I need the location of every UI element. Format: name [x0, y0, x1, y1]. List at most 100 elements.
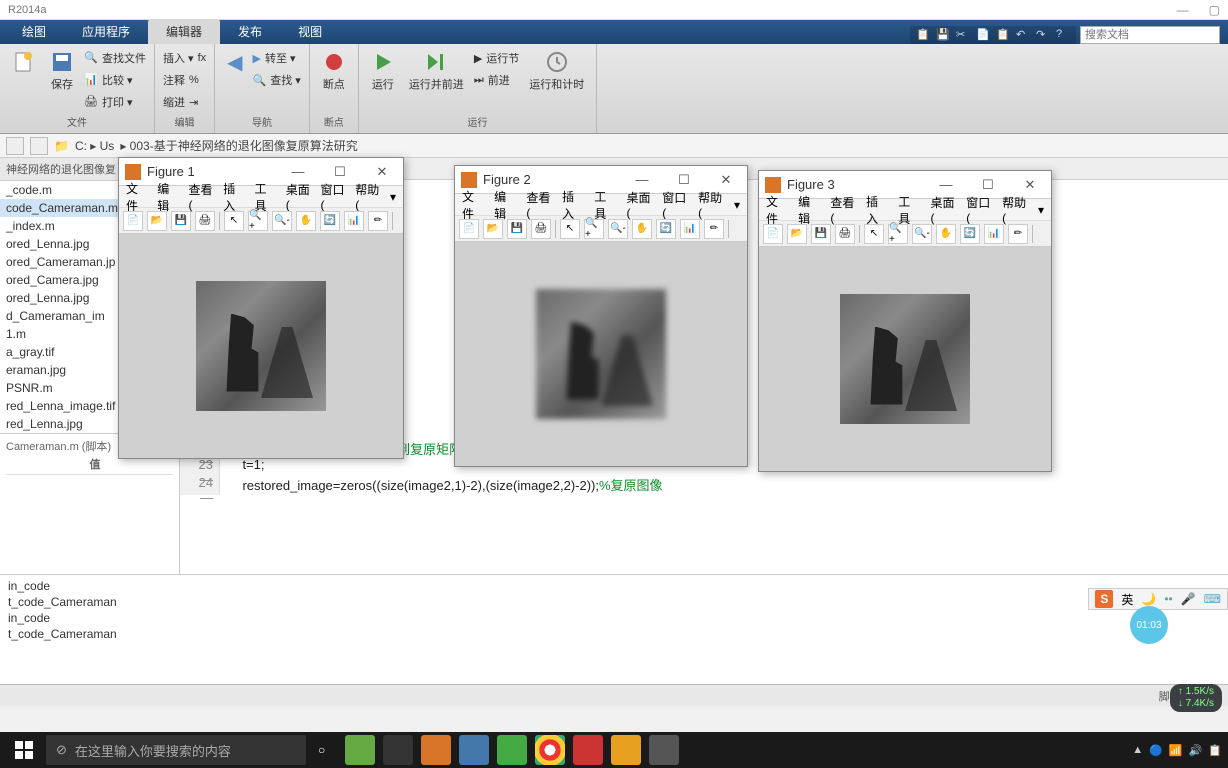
- app-icon[interactable]: [345, 735, 375, 765]
- save-button[interactable]: 保存: [46, 48, 78, 114]
- figure-toolbar-button[interactable]: 💾: [507, 219, 527, 239]
- qat-icon[interactable]: 📋: [916, 28, 930, 42]
- figure-menu-item[interactable]: 帮助(: [695, 189, 727, 220]
- figure-toolbar-button[interactable]: 🖨: [835, 224, 855, 244]
- comment-button[interactable]: 注释 %: [163, 70, 206, 90]
- path-segment[interactable]: C: ▸ Us: [75, 139, 114, 153]
- command-window[interactable]: in_codet_code_Cameramanin_codet_code_Cam…: [0, 574, 1228, 684]
- tab-publish[interactable]: 发布: [220, 19, 280, 44]
- figure-toolbar-button[interactable]: 💾: [811, 224, 831, 244]
- close-button[interactable]: ✕: [367, 164, 397, 180]
- figure-toolbar-button[interactable]: 🔍-: [912, 224, 932, 244]
- taskbar-search[interactable]: ⊘ 在这里输入你要搜索的内容: [46, 735, 306, 765]
- app-icon[interactable]: [649, 735, 679, 765]
- figure-toolbar-button[interactable]: ✏: [368, 211, 388, 231]
- run-advance-button[interactable]: 运行并前进: [405, 48, 468, 114]
- timer-badge[interactable]: 01:03: [1130, 606, 1168, 644]
- app-icon[interactable]: [573, 735, 603, 765]
- figure-menu-item[interactable]: 查看(: [827, 194, 859, 225]
- tray-icon[interactable]: 📶: [1169, 744, 1183, 757]
- close-button[interactable]: ✕: [1015, 177, 1045, 193]
- figure-toolbar-button[interactable]: 🔄: [960, 224, 980, 244]
- minimize-button[interactable]: —: [283, 164, 313, 180]
- app-icon[interactable]: [383, 735, 413, 765]
- minimize-button[interactable]: —: [1177, 3, 1189, 17]
- figure-menu-item[interactable]: 帮助(: [999, 194, 1031, 225]
- close-button[interactable]: ✕: [711, 172, 741, 188]
- insert-button[interactable]: 插入 ▾ fx: [163, 48, 206, 68]
- figure-toolbar-button[interactable]: 🔍+: [584, 219, 604, 239]
- figure-toolbar-button[interactable]: 🔄: [656, 219, 676, 239]
- figure-menu-item[interactable]: 编辑: [491, 188, 519, 222]
- figure-menu-item[interactable]: 插入: [220, 180, 247, 214]
- figure-toolbar-button[interactable]: 📂: [483, 219, 503, 239]
- figure-toolbar-button[interactable]: 🔍-: [272, 211, 292, 231]
- tray-icon[interactable]: ▲: [1132, 744, 1143, 756]
- figure-toolbar-button[interactable]: ↖: [560, 219, 580, 239]
- figure-toolbar-button[interactable]: 📊: [680, 219, 700, 239]
- figure-menu-item[interactable]: 工具: [591, 188, 619, 222]
- figure-toolbar-button[interactable]: 📊: [984, 224, 1004, 244]
- run-section-button[interactable]: ▶ 运行节: [474, 48, 519, 68]
- figure-menu-item[interactable]: 插入: [559, 188, 587, 222]
- figure-menu-item[interactable]: 桌面(: [927, 194, 959, 225]
- app-icon[interactable]: [497, 735, 527, 765]
- figure-toolbar-button[interactable]: ✋: [296, 211, 316, 231]
- print-button[interactable]: 🖨打印 ▾: [84, 92, 146, 112]
- new-button[interactable]: [8, 48, 40, 114]
- figure-menu-item[interactable]: 插入: [863, 193, 891, 227]
- fwd-nav-button[interactable]: [30, 137, 48, 155]
- goto-button[interactable]: ▶ 转至 ▾: [253, 48, 301, 68]
- compare-button[interactable]: 📊比较 ▾: [84, 70, 146, 90]
- cortana-icon[interactable]: ○: [318, 743, 325, 757]
- figure-toolbar-button[interactable]: 🖨: [195, 211, 215, 231]
- figure-menu-item[interactable]: 窗口(: [659, 189, 691, 220]
- ime-toolbar[interactable]: S 英 🌙 •• 🎤 ⌨: [1088, 588, 1228, 610]
- figure-window-1[interactable]: Figure 1—☐✕文件编辑查看(插入工具桌面(窗口(帮助(▾📄📂💾🖨↖🔍+🔍…: [118, 157, 404, 459]
- mic-icon[interactable]: 🎤: [1181, 592, 1196, 606]
- find-files-button[interactable]: 🔍查找文件: [84, 48, 146, 68]
- figure-menu-item[interactable]: 桌面(: [283, 181, 314, 212]
- tray-icon[interactable]: 📋: [1208, 744, 1222, 757]
- figure-toolbar-button[interactable]: ✋: [632, 219, 652, 239]
- qat-paste-icon[interactable]: 📋: [996, 28, 1010, 42]
- breakpoint-button[interactable]: 断点: [318, 48, 350, 114]
- figure-toolbar-button[interactable]: 📄: [763, 224, 783, 244]
- qat-redo-icon[interactable]: ↷: [1036, 28, 1050, 42]
- run-button[interactable]: 运行: [367, 48, 399, 114]
- figure-window-2[interactable]: Figure 2—☐✕文件编辑查看(插入工具桌面(窗口(帮助(▾📄📂💾🖨↖🔍+🔍…: [454, 165, 748, 467]
- figure-menu-item[interactable]: 帮助(: [352, 181, 383, 212]
- figure-toolbar-button[interactable]: ✏: [704, 219, 724, 239]
- figure-window-3[interactable]: Figure 3—☐✕文件编辑查看(插入工具桌面(窗口(帮助(▾📄📂💾🖨↖🔍+🔍…: [758, 170, 1052, 472]
- run-time-button[interactable]: 运行和计时: [525, 48, 588, 114]
- search-docs-input[interactable]: [1080, 26, 1220, 44]
- figure-toolbar-button[interactable]: 💾: [171, 211, 191, 231]
- figure-menu-item[interactable]: 查看(: [185, 181, 216, 212]
- path-tail[interactable]: ▸ 003-基于神经网络的退化图像复原算法研究: [120, 137, 357, 154]
- folder-icon[interactable]: [611, 735, 641, 765]
- figure-toolbar-button[interactable]: 📂: [787, 224, 807, 244]
- figure-toolbar-button[interactable]: 🔄: [320, 211, 340, 231]
- maximize-button[interactable]: ☐: [669, 172, 699, 188]
- qat-cut-icon[interactable]: ✂: [956, 28, 970, 42]
- figure-menu-item[interactable]: 编辑: [795, 193, 823, 227]
- app-icon[interactable]: [459, 735, 489, 765]
- figure-toolbar-button[interactable]: 🔍-: [608, 219, 628, 239]
- maximize-button[interactable]: ☐: [325, 164, 355, 180]
- figure-menu-item[interactable]: 文件: [123, 180, 150, 214]
- keyboard-icon[interactable]: ⌨: [1204, 592, 1221, 606]
- back-nav-button[interactable]: [6, 137, 24, 155]
- qat-help-icon[interactable]: ?: [1056, 28, 1070, 42]
- figure-toolbar-button[interactable]: 📊: [344, 211, 364, 231]
- figure-toolbar-button[interactable]: 🖨: [531, 219, 551, 239]
- sogou-icon[interactable]: S: [1095, 590, 1113, 608]
- figure-toolbar-button[interactable]: 📄: [123, 211, 143, 231]
- qat-copy-icon[interactable]: 📄: [976, 28, 990, 42]
- figure-menu-item[interactable]: 查看(: [523, 189, 555, 220]
- find-button[interactable]: 🔍 查找 ▾: [253, 70, 301, 90]
- figure-menu-item[interactable]: 桌面(: [623, 189, 655, 220]
- figure-menu-item[interactable]: 编辑: [154, 180, 181, 214]
- figure-toolbar-button[interactable]: ✋: [936, 224, 956, 244]
- qat-undo-icon[interactable]: ↶: [1016, 28, 1030, 42]
- figure-menu-item[interactable]: 窗口(: [317, 181, 348, 212]
